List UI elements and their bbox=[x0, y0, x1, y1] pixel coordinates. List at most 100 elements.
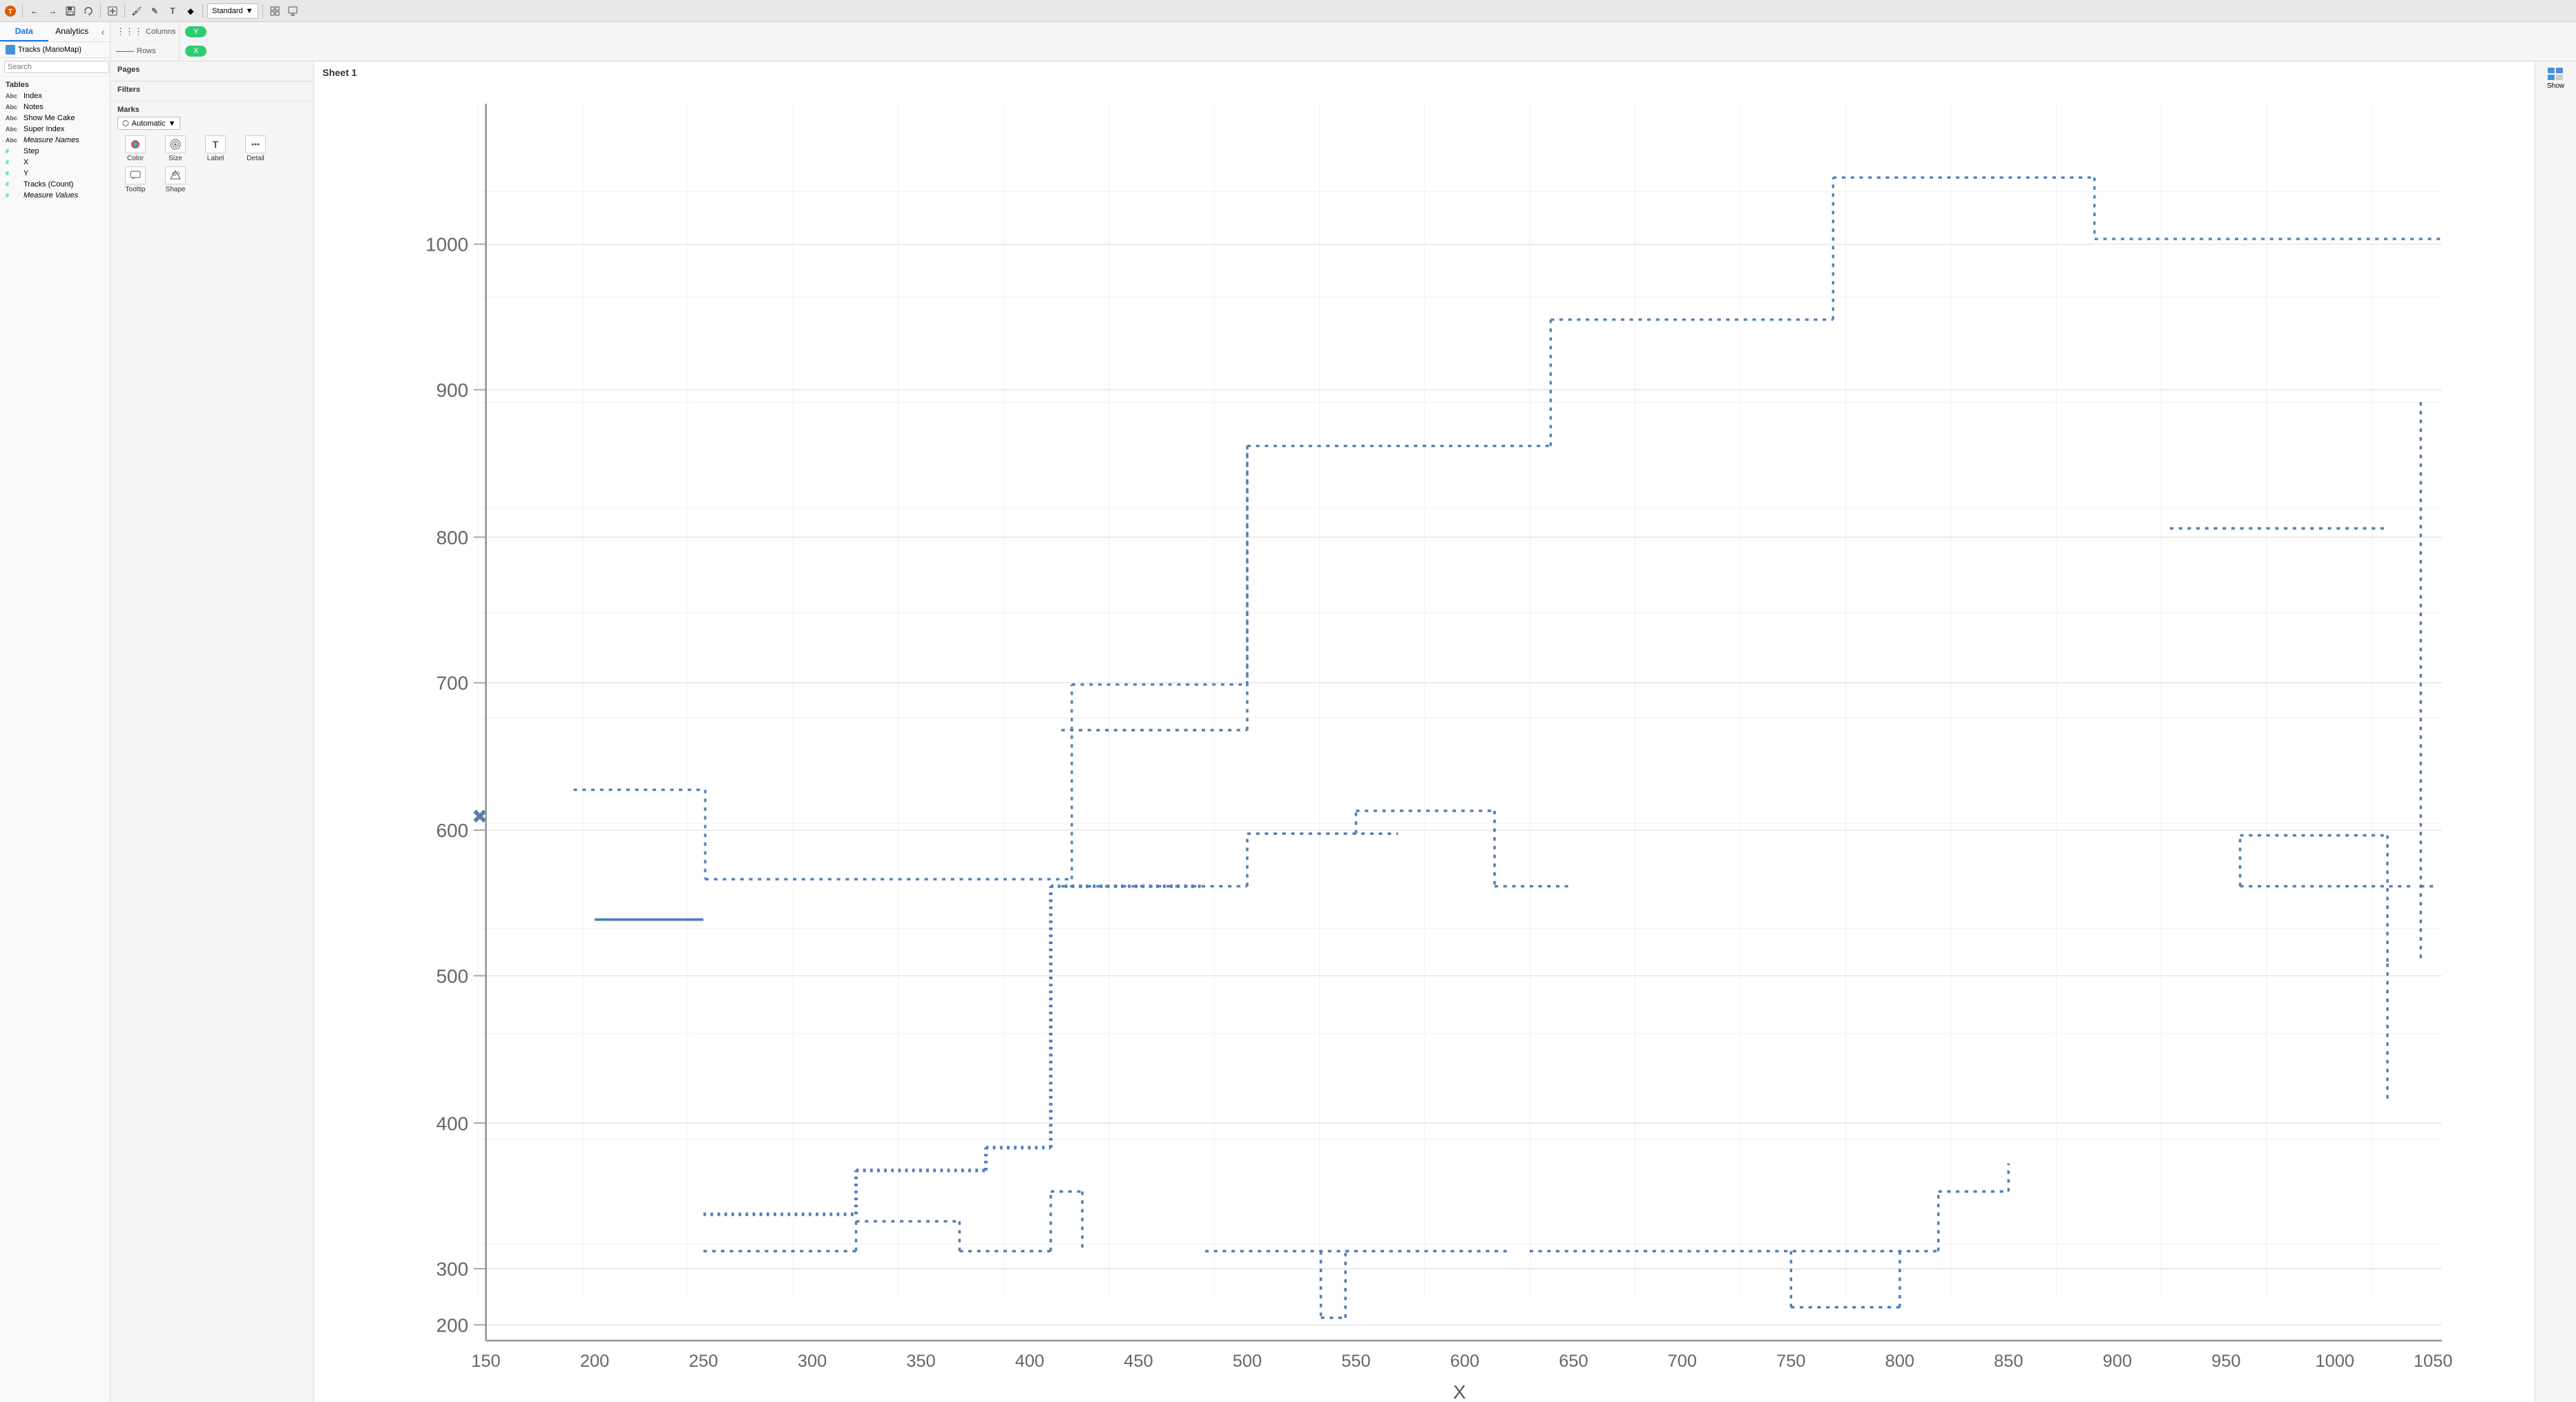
marks-type-icon: ⬡ bbox=[122, 119, 129, 128]
svg-text:200: 200 bbox=[436, 1314, 469, 1336]
workbook-panel: Pages Filters Marks ⬡ Automatic ▼ bbox=[110, 61, 314, 1402]
marks-panel: Marks ⬡ Automatic ▼ Color bbox=[110, 102, 314, 198]
show-me-button[interactable]: Show bbox=[2547, 67, 2564, 90]
marks-type-row: ⬡ Automatic ▼ bbox=[117, 117, 307, 130]
refresh-button[interactable] bbox=[81, 3, 96, 19]
list-item[interactable]: Abc Super Index bbox=[0, 124, 110, 135]
svg-text:850: 850 bbox=[1994, 1352, 2023, 1371]
tab-analytics[interactable]: Analytics bbox=[48, 22, 97, 41]
undo-button[interactable]: ← bbox=[27, 3, 42, 19]
svg-text:750: 750 bbox=[1776, 1352, 1805, 1371]
shape-label: Shape bbox=[166, 186, 186, 193]
toolbar-sep-4 bbox=[202, 4, 203, 18]
list-item[interactable]: # Measure Values bbox=[0, 190, 110, 201]
marks-section-title: Marks bbox=[117, 106, 307, 114]
shape-icon bbox=[165, 166, 186, 184]
marks-label-button[interactable]: T Label bbox=[198, 135, 233, 162]
svg-text:500: 500 bbox=[1233, 1352, 1262, 1371]
svg-text:200: 200 bbox=[580, 1352, 609, 1371]
list-item[interactable]: # X bbox=[0, 157, 110, 168]
panel-collapse-button[interactable]: ‹ bbox=[96, 22, 110, 41]
rows-pill[interactable]: X bbox=[185, 46, 206, 57]
marks-size-button[interactable]: Size bbox=[157, 135, 193, 162]
chart-title: Sheet 1 bbox=[314, 61, 2535, 84]
list-item[interactable]: # Tracks (Count) bbox=[0, 179, 110, 190]
columns-pill[interactable]: Y bbox=[185, 26, 206, 37]
chart-bg[interactable] bbox=[486, 104, 2442, 1341]
type-badge: Abc bbox=[6, 104, 21, 111]
columns-icon: ⋮⋮⋮ bbox=[116, 26, 143, 37]
filters-section: Filters bbox=[110, 81, 314, 102]
marks-type-dropdown[interactable]: ⬡ Automatic ▼ bbox=[117, 117, 180, 130]
list-item[interactable]: # Y bbox=[0, 168, 110, 179]
marks-tooltip-button[interactable]: Tooltip bbox=[117, 166, 153, 193]
svg-text:T: T bbox=[8, 8, 12, 16]
data-source-item[interactable]: Tracks (MarioMap) bbox=[0, 42, 110, 58]
highlight-icon[interactable]: 🖌 bbox=[129, 3, 144, 19]
pin-icon[interactable]: ◆ bbox=[183, 3, 198, 19]
main-layout: Data Analytics ‹ Tracks (MarioMap) 🔍 ▼ T… bbox=[0, 22, 2576, 1402]
marks-type-label: Automatic bbox=[132, 119, 166, 128]
chevron-down-icon: ▼ bbox=[246, 7, 253, 15]
svg-text:150: 150 bbox=[471, 1352, 500, 1371]
view-dropdown[interactable]: Standard ▼ bbox=[207, 3, 258, 19]
add-datasource-button[interactable] bbox=[105, 3, 120, 19]
svg-text:800: 800 bbox=[436, 527, 469, 548]
tables-section-label: Tables bbox=[0, 77, 110, 90]
tooltip-icon bbox=[125, 166, 146, 184]
type-badge: Abc bbox=[6, 115, 21, 122]
item-name: Super Index bbox=[23, 125, 104, 133]
toolbar-sep-1 bbox=[22, 4, 23, 18]
save-button[interactable] bbox=[63, 3, 78, 19]
annotate-icon[interactable]: ✎ bbox=[147, 3, 162, 19]
filters-section-title: Filters bbox=[117, 86, 307, 94]
item-name: Index bbox=[23, 92, 104, 100]
item-name: X bbox=[23, 158, 104, 166]
list-item[interactable]: Abc Index bbox=[0, 90, 110, 102]
svg-text:300: 300 bbox=[436, 1258, 469, 1280]
item-name: Step bbox=[23, 147, 104, 155]
present-button[interactable] bbox=[285, 3, 300, 19]
x-marker: × bbox=[474, 805, 486, 828]
marks-detail-button[interactable]: Detail bbox=[238, 135, 273, 162]
svg-text:400: 400 bbox=[436, 1113, 469, 1134]
svg-text:350: 350 bbox=[906, 1352, 935, 1371]
type-badge: # bbox=[6, 159, 21, 166]
chart-area: Sheet 1 1000 bbox=[314, 61, 2535, 1402]
rows-icon: ―― bbox=[116, 46, 134, 56]
svg-text:X: X bbox=[1453, 1381, 1466, 1402]
svg-text:400: 400 bbox=[1015, 1352, 1044, 1371]
list-item[interactable]: Abc Measure Names bbox=[0, 135, 110, 146]
columns-shelf-row: ⋮⋮⋮ Columns Y bbox=[110, 22, 2576, 41]
item-name: Measure Values bbox=[23, 191, 104, 200]
marks-shape-button[interactable]: Shape bbox=[157, 166, 193, 193]
svg-text:900: 900 bbox=[436, 380, 469, 401]
text-icon[interactable]: T bbox=[165, 3, 180, 19]
tab-data[interactable]: Data bbox=[0, 22, 48, 41]
item-name: Notes bbox=[23, 103, 104, 111]
chevron-down-icon: ▼ bbox=[169, 119, 176, 128]
detail-icon bbox=[245, 135, 266, 153]
fit-button[interactable] bbox=[267, 3, 282, 19]
search-input[interactable] bbox=[4, 61, 109, 73]
list-item[interactable]: Abc Notes bbox=[0, 102, 110, 113]
list-item[interactable]: Abc Show Me Cake bbox=[0, 113, 110, 124]
search-row: 🔍 ▼ bbox=[0, 58, 110, 77]
item-name: Show Me Cake bbox=[23, 114, 104, 122]
type-badge: Abc bbox=[6, 126, 21, 133]
svg-text:950: 950 bbox=[2211, 1352, 2240, 1371]
panel-tab-bar: Data Analytics ‹ bbox=[0, 22, 110, 42]
list-item[interactable]: # Step bbox=[0, 146, 110, 157]
data-source-icon bbox=[6, 45, 15, 55]
type-badge: # bbox=[6, 181, 21, 188]
shelf-area: ⋮⋮⋮ Columns Y ―― Rows X bbox=[110, 22, 2576, 61]
label-label: Label bbox=[207, 155, 224, 162]
redo-button[interactable]: → bbox=[45, 3, 60, 19]
svg-text:650: 650 bbox=[1559, 1352, 1588, 1371]
svg-text:600: 600 bbox=[1450, 1352, 1479, 1371]
tooltip-label: Tooltip bbox=[126, 186, 146, 193]
toolbar-sep-5 bbox=[262, 4, 263, 18]
left-data-panel: Data Analytics ‹ Tracks (MarioMap) 🔍 ▼ T… bbox=[0, 22, 110, 1402]
marks-color-button[interactable]: Color bbox=[117, 135, 153, 162]
pages-section-title: Pages bbox=[117, 66, 307, 74]
